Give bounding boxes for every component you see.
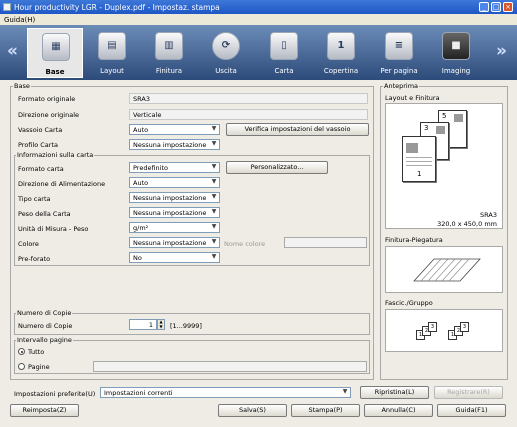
favorites-select[interactable]: Impostazioni correnti ▼ (100, 387, 351, 398)
layout-icon: ▤ (98, 32, 126, 60)
paper-info-legend: Informazioni sulla carta (16, 151, 95, 159)
copies-label: Numero di Copie (18, 322, 73, 330)
chevron-down-icon: ▼ (211, 125, 217, 132)
image-icon (406, 143, 418, 153)
paper-tray-select[interactable]: Auto ▼ (129, 124, 220, 135)
pages-field[interactable] (93, 361, 367, 372)
paper-size-select[interactable]: Predefinito ▼ (129, 162, 220, 173)
tab-finishing[interactable]: ▥ Finitura (141, 28, 197, 78)
tab-imaging[interactable]: ■ Imaging (428, 28, 484, 78)
chevron-down-icon: ▼ (211, 208, 217, 215)
weight-unit-select[interactable]: g/m² ▼ (129, 222, 220, 233)
scroll-right-icon[interactable]: » (496, 41, 507, 61)
restore-button[interactable]: Ripristina(L) (360, 386, 429, 399)
base-legend: Base (13, 82, 31, 90)
tab-layout[interactable]: ▤ Layout (84, 28, 140, 78)
app-icon (3, 3, 11, 11)
custom-size-button[interactable]: Personalizzato... (226, 161, 328, 174)
cancel-button[interactable]: Annulla(C) (364, 404, 433, 417)
paper-weight-select[interactable]: Nessuna impostazione ▼ (129, 207, 220, 218)
original-size-value: SRA3 (129, 93, 368, 104)
menu-bar: Guida(H) (0, 14, 517, 25)
feed-direction-label: Direzione di Alimentazione (18, 180, 106, 188)
maximize-button[interactable]: □ (491, 2, 501, 12)
scroll-left-icon[interactable]: « (7, 41, 18, 61)
folding-title: Finitura-Piegatura (385, 236, 443, 244)
weight-unit-label: Unità di Misura - Peso (18, 225, 89, 233)
paper-type-label: Tipo carta (18, 195, 51, 203)
tab-cover[interactable]: 1 Copertina (313, 28, 369, 78)
image-icon (454, 114, 463, 122)
paper-type-select[interactable]: Nessuna impostazione ▼ (129, 192, 220, 203)
folding-preview (385, 246, 503, 293)
paper-tray-label: Vassoio Carta (18, 126, 63, 134)
copies-range: [1...9999] (170, 322, 202, 330)
tab-base[interactable]: ▦ Base (27, 28, 83, 78)
original-direction-value: Verticale (129, 109, 368, 120)
save-button[interactable]: Salva(S) (218, 404, 287, 417)
group-title: Fascic./Gruppo (385, 299, 433, 307)
finishing-icon: ▥ (155, 32, 183, 60)
tab-output[interactable]: ⟳ Uscita (198, 28, 254, 78)
reset-button[interactable]: Reimposta(Z) (10, 404, 79, 417)
preview-legend: Anteprima (383, 82, 420, 90)
chevron-down-icon: ▼ (211, 253, 217, 260)
prepunched-select[interactable]: No ▼ (129, 252, 220, 263)
tab-paper[interactable]: ▯ Carta (256, 28, 312, 78)
close-button[interactable]: × (503, 2, 513, 12)
tab-per-page[interactable]: ≡ Per pagina (371, 28, 427, 78)
chevron-down-icon: ▼ (342, 388, 348, 395)
prepunched-label: Pre-forato (18, 255, 51, 263)
chevron-down-icon: ▼ (211, 178, 217, 185)
paper-weight-label: Peso della Carta (18, 210, 71, 218)
window-title: Hour productivity LGR - Duplex.pdf - Imp… (14, 3, 220, 12)
minimize-button[interactable]: _ (479, 2, 489, 12)
imaging-icon: ■ (442, 32, 470, 60)
output-icon: ⟳ (212, 32, 240, 60)
original-direction-label: Direzione originale (18, 111, 80, 119)
original-size-label: Formato originale (18, 95, 76, 103)
feed-direction-select[interactable]: Auto ▼ (129, 177, 220, 188)
group-preview: 1 2 3 1 2 3 (385, 309, 503, 352)
layout-preview: 5 3 1 SRA3 320,0 x 450,0 mm (385, 103, 503, 229)
preview-paper-size: SRA3 (480, 211, 497, 219)
fold-icon (413, 258, 481, 282)
chevron-down-icon: ▼ (211, 223, 217, 230)
chevron-down-icon: ▼ (211, 193, 217, 200)
register-button[interactable]: Registrare(R) (434, 386, 503, 399)
color-select[interactable]: Nessuna impostazione ▼ (129, 237, 220, 248)
base-settings-icon: ▦ (42, 33, 70, 61)
settings-toolbar: « ▦ Base ▤ Layout ▥ Finitura ⟳ Uscita ▯ … (0, 25, 517, 80)
copies-input[interactable]: 1 (129, 319, 157, 330)
help-button[interactable]: Guida(F1) (437, 404, 506, 417)
cover-icon: 1 (327, 32, 355, 60)
paper-profile-select[interactable]: Nessuna impostazione ▼ (129, 139, 220, 150)
layout-finishing-title: Layout e Finitura (385, 94, 440, 102)
paper-size-label: Formato carta (18, 165, 64, 173)
page-range-legend: Intervallo pagine (16, 336, 73, 344)
menu-help[interactable]: Guida(H) (4, 16, 35, 24)
copies-stepper[interactable]: ▲ ▼ (157, 319, 165, 330)
paper-icon: ▯ (270, 32, 298, 60)
page-range-all-radio[interactable] (18, 348, 25, 355)
page-range-pages-radio[interactable] (18, 363, 25, 370)
favorites-label: Impostazioni preferite(U) (14, 390, 96, 398)
color-name-field[interactable] (284, 237, 367, 248)
chevron-down-icon: ▼ (211, 140, 217, 147)
page-range-all-label: Tutto (28, 348, 45, 356)
title-bar: Hour productivity LGR - Duplex.pdf - Imp… (0, 0, 517, 14)
per-page-icon: ≡ (385, 32, 413, 60)
color-name-label: Nome colore (224, 240, 266, 248)
print-button[interactable]: Stampa(P) (291, 404, 360, 417)
color-label: Colore (18, 240, 39, 248)
preview-page-front: 1 (402, 136, 436, 182)
verify-tray-button[interactable]: Verifica impostazioni del vassoio (226, 123, 369, 136)
image-icon (436, 126, 445, 134)
preview-paper-dims: 320,0 x 450,0 mm (437, 220, 497, 228)
chevron-down-icon: ▼ (211, 163, 217, 170)
paper-profile-label: Profilo Carta (18, 141, 58, 149)
chevron-down-icon: ▼ (211, 238, 217, 245)
copies-legend: Numero di Copie (16, 309, 73, 317)
page-range-pages-label: Pagine (28, 363, 50, 371)
